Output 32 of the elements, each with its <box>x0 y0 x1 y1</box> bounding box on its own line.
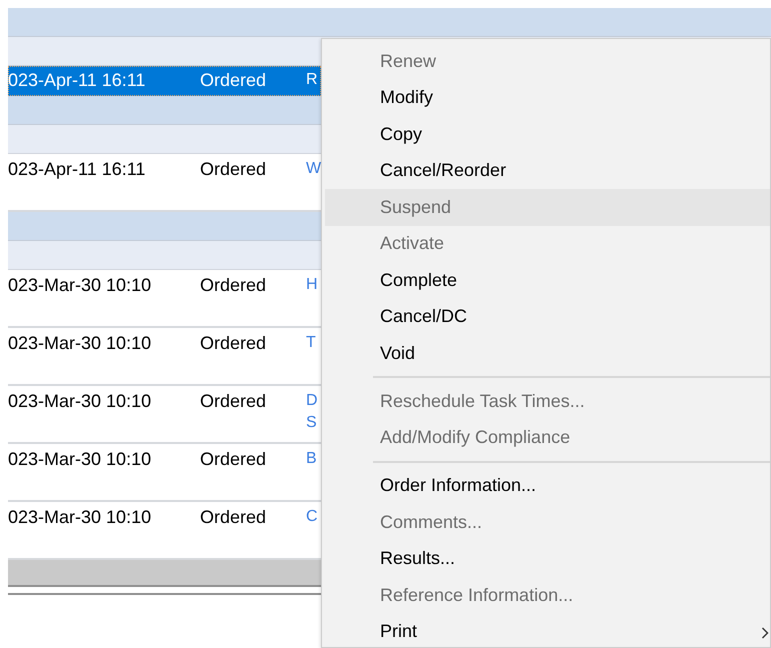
order-date: 023-Mar-30 10:10 <box>8 390 152 412</box>
order-status: Ordered <box>200 274 268 296</box>
menu-item[interactable]: Order Information... <box>325 468 770 504</box>
order-date: 023-Mar-30 10:10 <box>8 506 152 528</box>
order-link[interactable]: B <box>306 448 321 470</box>
menu-item[interactable]: Cancel/Reorder <box>325 152 770 189</box>
order-date: 023-Apr-11 16:11 <box>8 69 146 91</box>
order-row[interactable]: 023-Apr-11 16:11 Ordered R <box>8 66 321 96</box>
order-date: 023-Apr-11 16:11 <box>8 158 146 180</box>
menu-item[interactable]: Void <box>325 335 770 372</box>
chevron-right-icon <box>761 626 769 638</box>
order-status: Ordered <box>200 506 268 528</box>
order-link[interactable]: R <box>306 69 321 91</box>
order-link[interactable]: H <box>306 274 321 296</box>
menu-item[interactable]: Complete <box>325 262 770 298</box>
order-status: Ordered <box>200 332 268 354</box>
order-link[interactable]: T <box>306 332 321 354</box>
order-date: 023-Mar-30 10:10 <box>8 448 152 470</box>
menu-item[interactable]: Cancel/DC <box>325 298 770 335</box>
order-link[interactable]: W <box>306 158 321 180</box>
order-date: 023-Mar-30 10:10 <box>8 332 152 354</box>
order-status: Ordered <box>200 390 268 412</box>
order-link[interactable]: D S <box>306 390 321 434</box>
menu-item[interactable]: Copy <box>325 116 770 152</box>
order-status: Ordered <box>200 448 268 470</box>
order-link[interactable]: C <box>306 506 321 528</box>
order-status: Ordered <box>200 158 268 180</box>
menu-item[interactable]: Results... <box>325 540 770 577</box>
order-status: Ordered <box>200 69 268 91</box>
menu-item[interactable]: Print <box>325 614 770 647</box>
order-date: 023-Mar-30 10:10 <box>8 274 152 296</box>
menu-item[interactable]: Modify <box>325 80 770 116</box>
